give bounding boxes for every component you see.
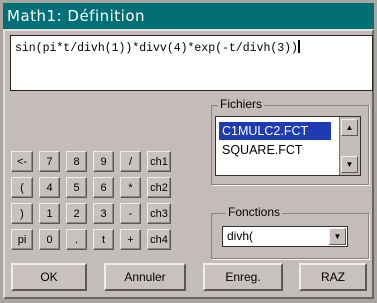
save-button[interactable]: Enreg. xyxy=(203,263,283,291)
key-3[interactable]: 3 xyxy=(93,203,114,224)
key-2[interactable]: 2 xyxy=(66,203,87,224)
scroll-up-icon[interactable]: ▲ xyxy=(341,119,358,136)
key-decimal[interactable]: . xyxy=(66,229,87,250)
key-ch2[interactable]: ch2 xyxy=(147,177,171,198)
key-4[interactable]: 4 xyxy=(39,177,60,198)
key-t[interactable]: t xyxy=(93,229,114,250)
definition-dialog: sin(pi*t/divh(1))*divv(4)*exp(-t/divh(3)… xyxy=(3,29,374,299)
key-0[interactable]: 0 xyxy=(39,229,60,250)
key-ch3[interactable]: ch3 xyxy=(147,203,171,224)
files-group-title: Fichiers xyxy=(218,97,265,111)
file-list[interactable]: C1MULC2.FCT SQUARE.FCT ▲ ▼ xyxy=(215,116,361,176)
key-ch4[interactable]: ch4 xyxy=(147,229,171,250)
functions-select[interactable]: divh( ▼ xyxy=(222,226,348,247)
scroll-down-icon[interactable]: ▼ xyxy=(341,156,358,173)
ok-button[interactable]: OK xyxy=(11,263,87,291)
cancel-button[interactable]: Annuler xyxy=(104,263,186,291)
text-caret xyxy=(297,40,300,53)
key-6[interactable]: 6 xyxy=(93,177,114,198)
functions-select-value: divh( xyxy=(227,229,254,243)
file-list-scrollbar[interactable]: ▲ ▼ xyxy=(339,117,360,175)
key-minus[interactable]: - xyxy=(120,203,141,224)
key-open-paren[interactable]: ( xyxy=(11,177,33,198)
file-item[interactable]: C1MULC2.FCT xyxy=(219,122,331,140)
chevron-down-icon[interactable]: ▼ xyxy=(329,228,346,245)
key-multiply[interactable]: * xyxy=(120,177,141,198)
key-plus[interactable]: + xyxy=(120,229,141,250)
key-pi[interactable]: pi xyxy=(11,229,33,250)
reset-button[interactable]: RAZ xyxy=(299,263,367,291)
functions-group: Fonctions divh( ▼ xyxy=(211,205,369,259)
formula-input[interactable]: sin(pi*t/divh(1))*divv(4)*exp(-t/divh(3)… xyxy=(10,35,373,91)
key-5[interactable]: 5 xyxy=(66,177,87,198)
files-group: Fichiers C1MULC2.FCT SQUARE.FCT ▲ ▼ xyxy=(211,97,369,185)
key-divide[interactable]: / xyxy=(120,151,141,172)
formula-text: sin(pi*t/divh(1))*divv(4)*exp(-t/divh(3)… xyxy=(15,42,298,55)
window-title: Math1: Définition xyxy=(3,3,374,29)
file-item[interactable]: SQUARE.FCT xyxy=(219,141,331,159)
key-9[interactable]: 9 xyxy=(93,151,114,172)
key-7[interactable]: 7 xyxy=(39,151,60,172)
key-backspace[interactable]: <- xyxy=(11,151,33,172)
key-8[interactable]: 8 xyxy=(66,151,87,172)
key-ch1[interactable]: ch1 xyxy=(147,151,171,172)
key-close-paren[interactable]: ) xyxy=(11,203,33,224)
functions-group-title: Fonctions xyxy=(226,205,283,219)
keypad: <- 7 8 9 / ch1 ( 4 5 6 * ch2 ) 1 2 3 - c… xyxy=(11,151,205,250)
key-1[interactable]: 1 xyxy=(39,203,60,224)
